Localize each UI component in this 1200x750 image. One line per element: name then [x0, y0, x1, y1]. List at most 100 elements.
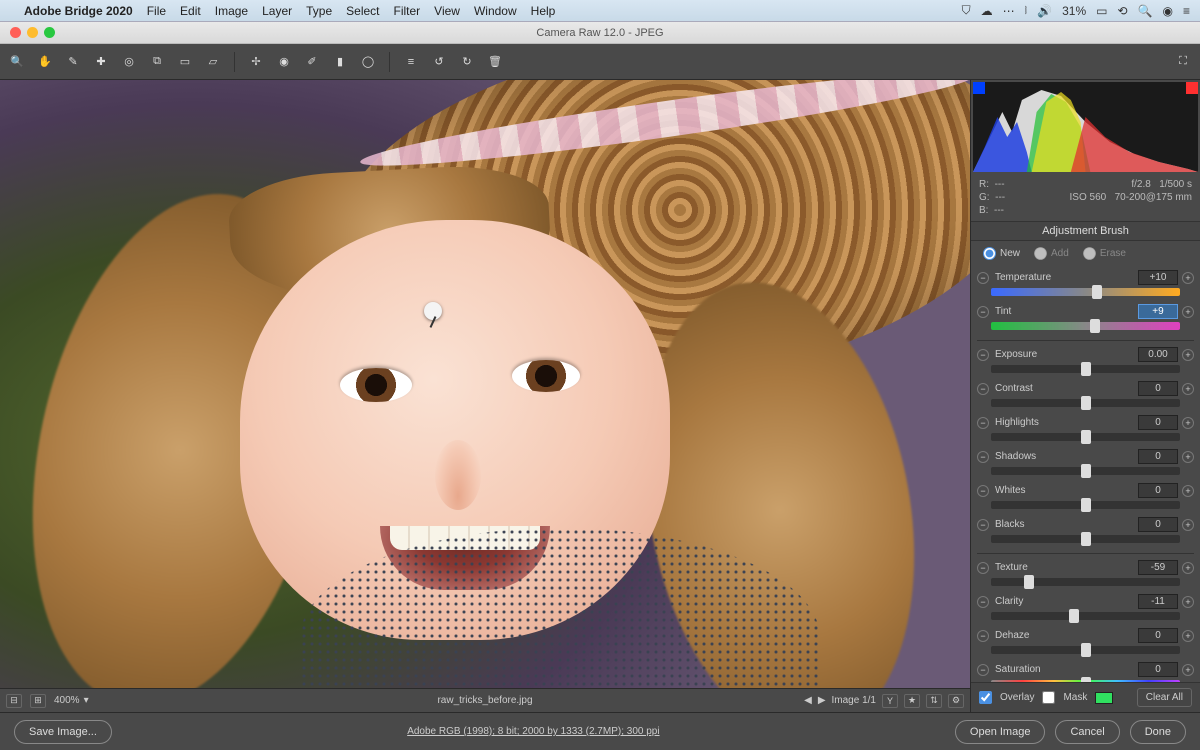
rotate-ccw-tool-icon[interactable]: ↺: [430, 53, 448, 71]
menu-view[interactable]: View: [434, 4, 460, 18]
spotlight-icon[interactable]: 🔍: [1138, 4, 1153, 18]
exposure-decrease-icon[interactable]: −: [977, 349, 989, 361]
texture-increase-icon[interactable]: +: [1182, 562, 1194, 574]
texture-slider[interactable]: [991, 578, 1180, 586]
open-image-button[interactable]: Open Image: [955, 720, 1046, 744]
blacks-decrease-icon[interactable]: −: [977, 519, 989, 531]
rotate-cw-tool-icon[interactable]: ↻: [458, 53, 476, 71]
clarity-value[interactable]: -11: [1138, 594, 1178, 609]
texture-thumb[interactable]: [1024, 575, 1034, 589]
mode-new[interactable]: New: [983, 247, 1020, 260]
shadows-slider[interactable]: [991, 467, 1180, 475]
overlay-checkbox[interactable]: [979, 691, 992, 704]
saturation-slider[interactable]: [991, 680, 1180, 682]
mode-erase[interactable]: Erase: [1083, 247, 1126, 260]
shadows-decrease-icon[interactable]: −: [977, 451, 989, 463]
menu-edit[interactable]: Edit: [180, 4, 201, 18]
red-eye-tool-icon[interactable]: ◉: [275, 53, 293, 71]
sync-icon[interactable]: ⇅: [926, 694, 942, 708]
filter-icon[interactable]: Y: [882, 694, 898, 708]
tint-thumb[interactable]: [1090, 319, 1100, 333]
spot-removal-tool-icon[interactable]: ✢: [247, 53, 265, 71]
menu-layer[interactable]: Layer: [262, 4, 292, 18]
window-minimize[interactable]: [27, 27, 38, 38]
target-adjust-tool-icon[interactable]: ◎: [120, 53, 138, 71]
menu-type[interactable]: Type: [306, 4, 332, 18]
clarity-thumb[interactable]: [1069, 609, 1079, 623]
workflow-link[interactable]: Adobe RGB (1998); 8 bit; 2000 by 1333 (2…: [122, 726, 945, 737]
blacks-thumb[interactable]: [1081, 532, 1091, 546]
clear-all-button[interactable]: Clear All: [1137, 688, 1192, 707]
radial-filter-tool-icon[interactable]: ◯: [359, 53, 377, 71]
temperature-decrease-icon[interactable]: −: [977, 272, 989, 284]
whites-increase-icon[interactable]: +: [1182, 485, 1194, 497]
fullscreen-icon[interactable]: ⛶: [1174, 53, 1192, 71]
volume-icon[interactable]: 🔊: [1037, 4, 1052, 18]
brush-pin-icon[interactable]: [424, 302, 442, 320]
texture-decrease-icon[interactable]: −: [977, 562, 989, 574]
shadows-increase-icon[interactable]: +: [1182, 451, 1194, 463]
contrast-value[interactable]: 0: [1138, 381, 1178, 396]
image-canvas[interactable]: [0, 80, 970, 688]
eyedropper-tool-icon[interactable]: ✎: [64, 53, 82, 71]
dots-icon[interactable]: ⋯: [1003, 4, 1015, 18]
done-button[interactable]: Done: [1130, 720, 1186, 744]
battery-icon[interactable]: ▭: [1096, 4, 1107, 18]
dehaze-value[interactable]: 0: [1138, 628, 1178, 643]
blacks-slider[interactable]: [991, 535, 1180, 543]
settings-icon[interactable]: ⚙: [948, 694, 964, 708]
contrast-thumb[interactable]: [1081, 396, 1091, 410]
clarity-decrease-icon[interactable]: −: [977, 596, 989, 608]
contrast-slider[interactable]: [991, 399, 1180, 407]
dehaze-thumb[interactable]: [1081, 643, 1091, 657]
shield-icon[interactable]: ⛉: [962, 3, 971, 18]
saturation-thumb[interactable]: [1081, 677, 1091, 682]
straighten-tool-icon[interactable]: ▭: [176, 53, 194, 71]
compare-icon[interactable]: ⊟: [6, 694, 22, 708]
exposure-increase-icon[interactable]: +: [1182, 349, 1194, 361]
contrast-increase-icon[interactable]: +: [1182, 383, 1194, 395]
temperature-value[interactable]: +10: [1138, 270, 1178, 285]
window-close[interactable]: [10, 27, 21, 38]
highlights-slider[interactable]: [991, 433, 1180, 441]
rating-icon[interactable]: ★: [904, 694, 920, 708]
zoom-dropdown-icon[interactable]: ▾: [84, 695, 89, 706]
tint-decrease-icon[interactable]: −: [977, 306, 989, 318]
whites-decrease-icon[interactable]: −: [977, 485, 989, 497]
highlights-value[interactable]: 0: [1138, 415, 1178, 430]
adjustment-brush-tool-icon[interactable]: ✐: [303, 53, 321, 71]
zoom-tool-icon[interactable]: 🔍: [8, 53, 26, 71]
sync-icon[interactable]: ⟲: [1117, 4, 1127, 18]
zoom-value[interactable]: 400%: [54, 695, 80, 706]
highlights-increase-icon[interactable]: +: [1182, 417, 1194, 429]
presets-tool-icon[interactable]: ≡: [402, 53, 420, 71]
dehaze-decrease-icon[interactable]: −: [977, 630, 989, 642]
mask-color-swatch[interactable]: [1095, 692, 1113, 704]
tint-value[interactable]: +9: [1138, 304, 1178, 319]
transform-tool-icon[interactable]: ▱: [204, 53, 222, 71]
shadows-thumb[interactable]: [1081, 464, 1091, 478]
temperature-increase-icon[interactable]: +: [1182, 272, 1194, 284]
cloud-icon[interactable]: ☁: [981, 4, 993, 18]
prev-image-icon[interactable]: ◀: [804, 695, 812, 706]
menu-icon[interactable]: ≡: [1183, 4, 1190, 18]
menu-select[interactable]: Select: [346, 4, 379, 18]
dehaze-slider[interactable]: [991, 646, 1180, 654]
contrast-decrease-icon[interactable]: −: [977, 383, 989, 395]
temperature-slider[interactable]: [991, 288, 1180, 296]
mask-checkbox[interactable]: [1042, 691, 1055, 704]
clarity-increase-icon[interactable]: +: [1182, 596, 1194, 608]
exposure-thumb[interactable]: [1081, 362, 1091, 376]
siri-icon[interactable]: ◉: [1163, 4, 1173, 18]
exposure-value[interactable]: 0.00: [1138, 347, 1178, 362]
saturation-value[interactable]: 0: [1138, 662, 1178, 677]
saturation-increase-icon[interactable]: +: [1182, 664, 1194, 676]
blacks-increase-icon[interactable]: +: [1182, 519, 1194, 531]
menu-window[interactable]: Window: [474, 4, 517, 18]
next-image-icon[interactable]: ▶: [818, 695, 826, 706]
menu-file[interactable]: File: [147, 4, 166, 18]
graduated-filter-tool-icon[interactable]: ▮: [331, 53, 349, 71]
hand-tool-icon[interactable]: ✋: [36, 53, 54, 71]
whites-slider[interactable]: [991, 501, 1180, 509]
texture-value[interactable]: -59: [1138, 560, 1178, 575]
